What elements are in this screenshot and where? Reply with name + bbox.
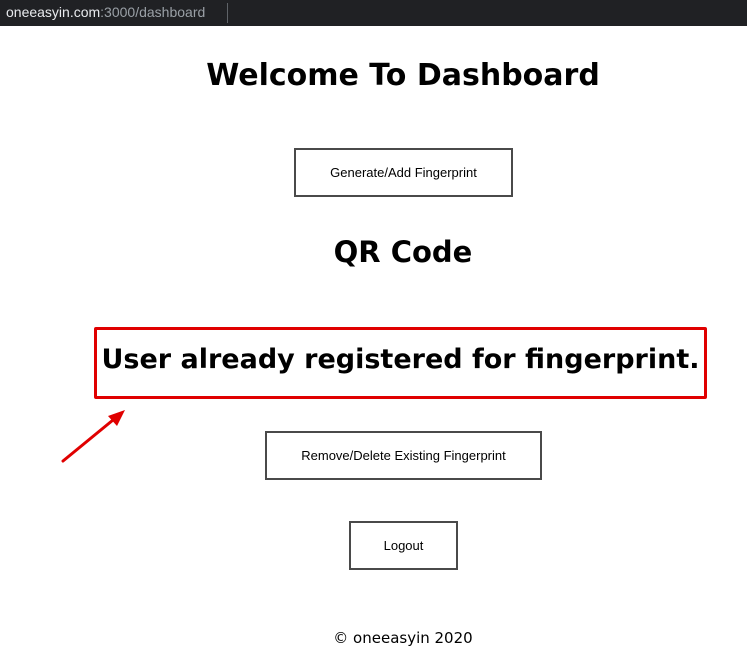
arrow-up-right-icon [61, 410, 125, 463]
address-bar-divider [227, 3, 228, 23]
footer-copyright: © oneeasyin 2020 [333, 629, 473, 647]
address-bar[interactable]: oneeasyin.com:3000/dashboard [0, 0, 747, 26]
url-host: oneeasyin.com [6, 4, 101, 20]
qr-code-heading: QR Code [333, 235, 473, 269]
generate-fingerprint-button[interactable]: Generate/Add Fingerprint [294, 148, 513, 197]
logout-button[interactable]: Logout [349, 521, 458, 570]
status-message: User already registered for fingerprint. [101, 344, 700, 375]
remove-fingerprint-button[interactable]: Remove/Delete Existing Fingerprint [265, 431, 542, 480]
url-path: :3000/dashboard [100, 4, 206, 20]
page-title: Welcome To Dashboard [206, 58, 600, 93]
